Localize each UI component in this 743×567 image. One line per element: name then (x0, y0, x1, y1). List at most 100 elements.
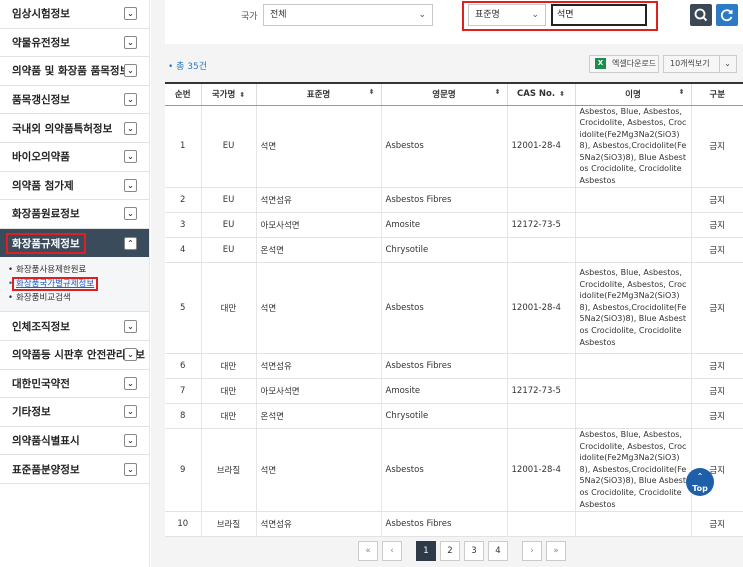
cell-standard-name[interactable]: 석면 (256, 105, 382, 188)
cell-standard-name[interactable]: 온석면 (256, 403, 382, 429)
cell-type[interactable]: 금지 (691, 403, 743, 429)
sort-icon[interactable]: ⬍ (679, 88, 685, 96)
cell-type[interactable]: 금지 (691, 187, 743, 213)
cell-type[interactable]: 금지 (691, 353, 743, 379)
last-page-button[interactable]: » (546, 541, 566, 561)
cell-type[interactable]: 금지 (691, 237, 743, 263)
cell-standard-name[interactable]: 석면섬유 (256, 187, 382, 213)
scroll-top-button[interactable]: ⌃ Top (686, 468, 714, 496)
sidebar-item-after-4[interactable]: 의약품식별표시 ⌄ (0, 427, 149, 456)
chevron-down-icon[interactable]: ⌄ (124, 93, 137, 107)
table-row: 8 대만 온석면 Chrysotile 금지 (165, 403, 743, 429)
sidebar-item-5[interactable]: 바이오의약품 ⌄ (0, 143, 149, 172)
submenu-item-restricted-ingredients[interactable]: 화장품사용제한원료 (8, 263, 149, 277)
chevron-up-icon[interactable]: ⌃ (124, 236, 137, 250)
cell-type[interactable]: 금지 (691, 378, 743, 404)
page-button-4[interactable]: 4 (488, 541, 508, 561)
sidebar-item-4[interactable]: 국내외 의약품특허정보 ⌄ (0, 114, 149, 143)
chevron-down-icon[interactable]: ⌄ (124, 150, 137, 164)
excel-download-button[interactable]: X 엑셀다운로드 (589, 55, 659, 73)
result-count: • 총 35건 (168, 62, 208, 72)
first-page-button[interactable]: « (358, 541, 378, 561)
sidebar-item-7[interactable]: 화장품원료정보 ⌄ (0, 200, 149, 229)
cell-standard-name[interactable]: 석면섬유 (256, 353, 382, 379)
cell-standard-name[interactable]: 아모사석면 (256, 378, 382, 404)
sidebar-item-after-3[interactable]: 기타정보 ⌄ (0, 398, 149, 427)
col-header-no[interactable]: 순번 (165, 82, 202, 106)
chevron-down-icon[interactable]: ⌄ (124, 348, 137, 362)
chevron-down-icon[interactable]: ⌄ (124, 35, 137, 49)
submenu-item-country-regulation[interactable]: 화장품국가별규제정보 (8, 277, 149, 292)
search-input[interactable]: 석면 (551, 4, 647, 26)
col-header-label: CAS No. (517, 89, 556, 100)
cell-standard-name[interactable]: 석면 (256, 428, 382, 512)
sort-icon[interactable]: ⬍ (239, 91, 245, 99)
cell-standard-name[interactable]: 석면섬유 (256, 511, 382, 537)
chevron-down-icon[interactable]: ⌄ (124, 207, 137, 221)
sidebar-submenu: 화장품사용제한원료 화장품국가별규제정보 화장품비교검색 (0, 257, 149, 313)
cell-cas: 12001-28-4 (507, 262, 576, 354)
magnifier-icon (694, 8, 708, 22)
scroll-top-label: Top (692, 484, 708, 493)
excel-download-label: 엑셀다운로드 (612, 59, 657, 68)
page-button-2[interactable]: 2 (440, 541, 460, 561)
sort-icon[interactable]: ⬍ (495, 88, 501, 96)
chevron-down-icon[interactable]: ⌄ (124, 462, 137, 476)
col-header-type[interactable]: 구분 (691, 82, 743, 106)
next-page-button[interactable]: › (522, 541, 542, 561)
col-header-label: 이명 (625, 90, 641, 101)
sidebar-item-label: 의약품 첨가제 (12, 179, 74, 192)
reset-button[interactable] (716, 4, 738, 26)
col-header-alias[interactable]: 이명 ⬍ (575, 82, 692, 106)
search-field-select[interactable]: 표준명 ⌄ (468, 4, 546, 26)
sidebar-item-label: 바이오의약품 (12, 151, 70, 164)
chevron-down-icon[interactable]: ⌄ (124, 121, 137, 135)
col-header-cas[interactable]: CAS No. ⬍ (507, 82, 576, 106)
prev-page-button[interactable]: ‹ (382, 541, 402, 561)
table-row: 2 EU 석면섬유 Asbestos Fibres 금지 (165, 187, 743, 213)
chevron-down-icon[interactable]: ⌄ (124, 405, 137, 419)
chevron-down-icon[interactable]: ⌄ (124, 376, 137, 390)
sidebar-item-after-1[interactable]: 의약품등 시판후 안전관리정보 ⌄ (0, 341, 149, 370)
sidebar-item-cosmetics-regulation[interactable]: 화장품규제정보 ⌃ (0, 228, 149, 258)
col-header-standard-name[interactable]: 표준명 ⬍ (256, 82, 382, 106)
sidebar-item-after-2[interactable]: 대한민국약전 ⌄ (0, 370, 149, 399)
sidebar-item-after-5[interactable]: 표준품분양정보 ⌄ (0, 455, 149, 484)
chevron-down-icon[interactable]: ⌄ (124, 7, 137, 21)
chevron-down-icon[interactable]: ⌄ (124, 178, 137, 192)
country-select[interactable]: 전체 ⌄ (263, 4, 433, 26)
rows-per-page-select[interactable]: 10개씩보기 ⌄ (663, 55, 737, 73)
cell-alias: Asbestos, Blue, Asbestos, Crocidolite, A… (575, 428, 692, 512)
cell-standard-name[interactable]: 석면 (256, 262, 382, 354)
cell-standard-name[interactable]: 아모사석면 (256, 212, 382, 238)
sidebar-item-after-0[interactable]: 인체조직정보 ⌄ (0, 312, 149, 341)
chevron-down-icon[interactable]: ⌄ (124, 434, 137, 448)
page-button-3[interactable]: 3 (464, 541, 484, 561)
sidebar-item-0[interactable]: 임상시험정보 ⌄ (0, 0, 149, 29)
page-button-1[interactable]: 1 (416, 541, 436, 561)
submenu-item-compare-search[interactable]: 화장품비교검색 (8, 291, 149, 305)
cell-cas (507, 403, 576, 429)
cell-type[interactable]: 금지 (691, 105, 743, 188)
cell-type[interactable]: 금지 (691, 511, 743, 537)
sidebar-item-label: 화장품원료정보 (12, 208, 80, 221)
col-header-country[interactable]: 국가명 ⬍ (201, 82, 257, 106)
chevron-down-icon[interactable]: ⌄ (124, 319, 137, 333)
sidebar-item-2[interactable]: 의약품 및 화장품 품목정보 ⌄ (0, 57, 149, 86)
cell-type[interactable]: 금지 (691, 212, 743, 238)
search-field-value: 표준명 (475, 10, 500, 20)
sidebar-item-1[interactable]: 약물유전정보 ⌄ (0, 29, 149, 58)
cell-standard-name[interactable]: 온석면 (256, 237, 382, 263)
cell-type[interactable]: 금지 (691, 262, 743, 354)
sort-icon[interactable]: ⬍ (369, 88, 375, 96)
chevron-down-icon[interactable]: ⌄ (124, 64, 137, 78)
sort-icon[interactable]: ⬍ (559, 90, 565, 98)
sidebar-item-3[interactable]: 품목갱신정보 ⌄ (0, 86, 149, 115)
cell-english-name: Asbestos (381, 428, 508, 512)
chevron-down-icon: ⌄ (418, 10, 426, 20)
search-button[interactable] (690, 4, 712, 26)
cell-country: 브라질 (201, 511, 257, 537)
sidebar-item-6[interactable]: 의약품 첨가제 ⌄ (0, 172, 149, 201)
col-header-english-name[interactable]: 영문명 ⬍ (381, 82, 508, 106)
cell-english-name: Chrysotile (381, 403, 508, 429)
